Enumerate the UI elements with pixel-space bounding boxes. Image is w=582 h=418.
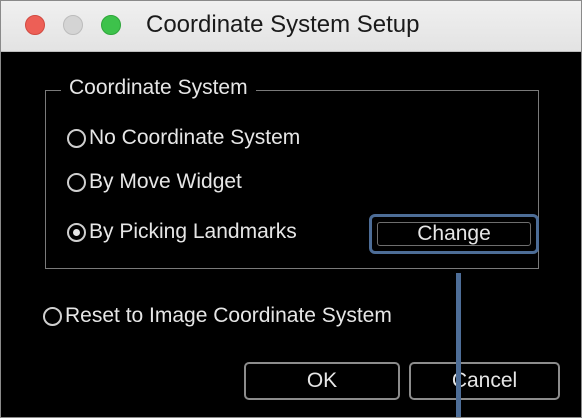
title-bar: Coordinate System Setup: [1, 1, 581, 52]
group-title: Coordinate System: [61, 76, 256, 100]
change-button[interactable]: Change: [369, 214, 539, 254]
option-by-picking-landmarks[interactable]: By Picking Landmarks: [67, 220, 297, 244]
dialog-window: Coordinate System Setup Coordinate Syste…: [0, 0, 582, 418]
option-no-coordinate-system[interactable]: No Coordinate System: [67, 126, 300, 150]
minimize-window-button[interactable]: [63, 15, 83, 35]
radio-button-selected[interactable]: [67, 222, 86, 242]
ok-button[interactable]: OK: [244, 362, 400, 400]
radio-button[interactable]: [67, 128, 86, 148]
close-window-button[interactable]: [25, 15, 45, 35]
cancel-button-label: Cancel: [451, 369, 518, 392]
ok-button-label: OK: [306, 369, 338, 392]
option-label: By Move Widget: [89, 170, 242, 193]
zoom-window-button[interactable]: [101, 15, 121, 35]
option-label: Reset to Image Coordinate System: [65, 304, 392, 327]
option-by-move-widget[interactable]: By Move Widget: [67, 170, 242, 194]
change-button-label: Change: [417, 222, 491, 245]
option-label: By Picking Landmarks: [89, 220, 297, 243]
radio-button[interactable]: [67, 172, 86, 192]
cancel-button[interactable]: Cancel: [409, 362, 560, 400]
option-reset-to-image-coordinate-system[interactable]: Reset to Image Coordinate System: [43, 304, 392, 328]
option-label: No Coordinate System: [89, 126, 301, 149]
window-title: Coordinate System Setup: [146, 11, 420, 38]
radio-button[interactable]: [43, 306, 62, 326]
callout-pointer-line: [456, 273, 461, 417]
